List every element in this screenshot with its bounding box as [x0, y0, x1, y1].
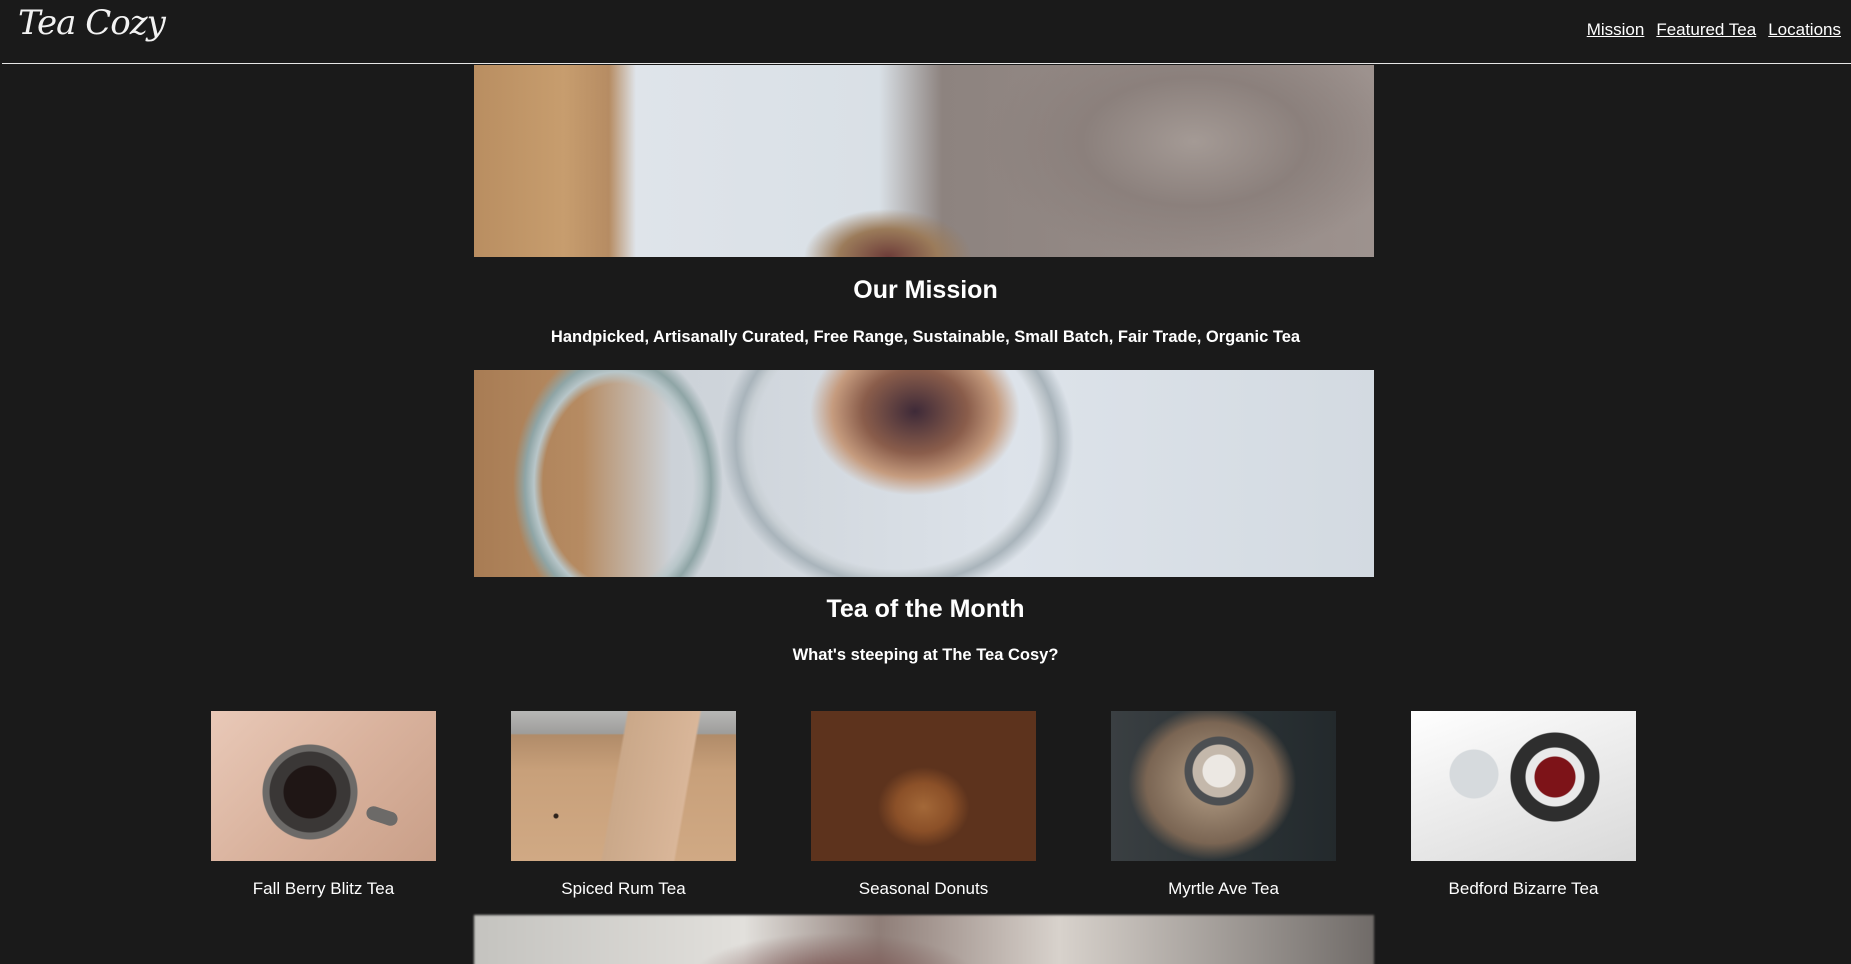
locations-banner-image	[474, 915, 1374, 964]
tea-card-image	[211, 711, 436, 861]
tea-card-spiced-rum[interactable]: Spiced Rum Tea	[511, 711, 736, 899]
nav-link-featured-tea[interactable]: Featured Tea	[1656, 20, 1756, 40]
tea-of-month-title: Tea of the Month	[826, 595, 1025, 623]
tea-card-image	[511, 711, 736, 861]
main-nav: Mission Featured Tea Locations	[1587, 20, 1841, 40]
nav-link-locations[interactable]: Locations	[1768, 20, 1841, 40]
tea-cozy-logo[interactable]: Tea Cozy	[18, 2, 166, 43]
tea-card-seasonal-donuts[interactable]: Seasonal Donuts	[811, 711, 1036, 899]
tea-of-month-subtitle: What's steeping at The Tea Cosy?	[792, 646, 1059, 664]
logo-text: Tea Cozy	[18, 3, 166, 43]
tea-card-label: Spiced Rum Tea	[561, 879, 686, 898]
site-header: Tea Cozy Mission Featured Tea Locations	[2, 0, 1851, 64]
page: Tea Cozy Mission Featured Tea Locations …	[0, 0, 1851, 964]
tea-card-label: Myrtle Ave Tea	[1168, 879, 1279, 898]
tea-card-label: Bedford Bizarre Tea	[1448, 879, 1599, 898]
tea-card-bedford-bizarre[interactable]: Bedford Bizarre Tea	[1411, 711, 1636, 899]
tea-card-label: Seasonal Donuts	[858, 879, 989, 898]
mission-banner-image	[474, 65, 1374, 257]
tea-card-fall-berry-blitz[interactable]: Fall Berry Blitz Tea	[211, 711, 436, 899]
tea-card-image	[811, 711, 1036, 861]
tea-jar-image	[474, 370, 1374, 577]
tea-card-label: Fall Berry Blitz Tea	[252, 879, 395, 898]
mission-subtitle: Handpicked, Artisanally Curated, Free Ra…	[550, 328, 1301, 346]
tea-card-myrtle-ave[interactable]: Myrtle Ave Tea	[1111, 711, 1336, 899]
tea-card-image	[1411, 711, 1636, 861]
mission-title: Our Mission	[853, 276, 998, 304]
tea-card-image	[1111, 711, 1336, 861]
nav-link-mission[interactable]: Mission	[1587, 20, 1645, 40]
